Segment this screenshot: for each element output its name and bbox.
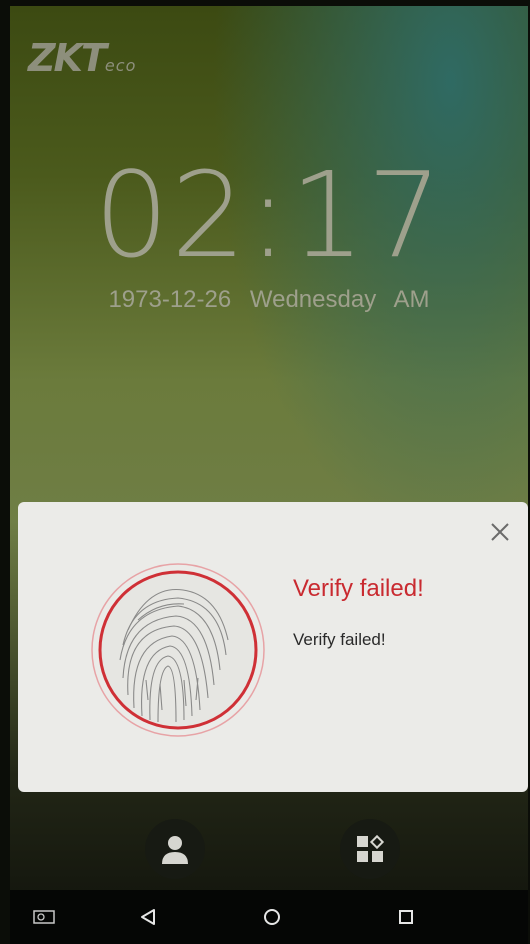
date-row: 1973-12-26 Wednesday AM	[10, 286, 528, 314]
fingerprint-scan	[88, 560, 268, 740]
ampm-text: AM	[393, 286, 430, 313]
screenshot-icon[interactable]	[30, 904, 58, 930]
logo-main: ZKT	[28, 36, 107, 80]
system-navbar	[10, 890, 528, 944]
home-icon[interactable]	[258, 904, 286, 930]
menu-button[interactable]	[340, 819, 400, 879]
apps-menu-icon	[357, 834, 385, 862]
recents-icon[interactable]	[392, 904, 420, 930]
verify-dialog: Verify failed! Verify failed!	[18, 502, 528, 792]
user-icon	[162, 836, 188, 864]
verify-message: Verify failed!	[293, 630, 386, 649]
weekday-text: Wednesday	[249, 286, 377, 313]
lock-screen: ZKTeco 02:17 1973-12-26 Wednesday AM Ver…	[10, 6, 528, 944]
logo-sub: eco	[104, 56, 137, 75]
clock-time: 02:17	[93, 146, 445, 284]
verify-title: Verify failed!	[293, 575, 424, 602]
user-button[interactable]	[145, 819, 205, 879]
date-text: 1973-12-26	[108, 286, 232, 313]
back-icon[interactable]	[134, 904, 162, 930]
brand-logo: ZKTeco	[28, 36, 136, 80]
close-icon[interactable]	[486, 518, 514, 546]
